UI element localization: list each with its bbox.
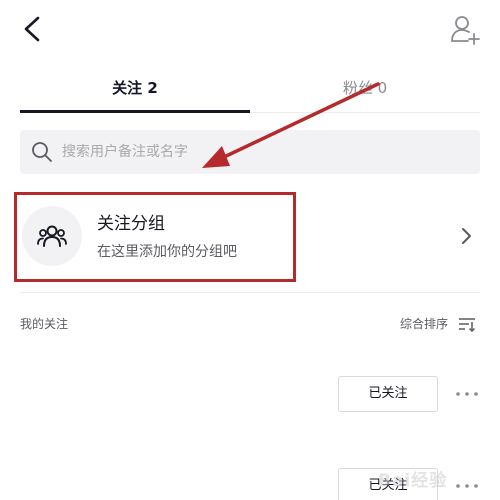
users-icon xyxy=(37,225,67,247)
more-icon[interactable] xyxy=(452,388,482,400)
section-divider xyxy=(20,292,480,293)
section-title: 我的关注 xyxy=(20,317,69,331)
group-avatar xyxy=(22,206,82,266)
sort-button[interactable]: 综合排序 xyxy=(390,313,482,335)
search-box[interactable] xyxy=(20,130,480,174)
add-user-icon[interactable] xyxy=(448,12,482,46)
following-button[interactable]: 已关注 xyxy=(338,376,438,412)
watermark-text: Bai经验 xyxy=(378,471,448,491)
tab-following[interactable]: 关注 2 xyxy=(20,76,250,100)
group-title: 关注分组 xyxy=(97,214,165,234)
sort-label: 综合排序 xyxy=(400,317,449,331)
chevron-right-icon xyxy=(462,228,471,244)
tab-followers[interactable]: 粉丝 0 xyxy=(250,76,480,100)
search-icon xyxy=(32,142,52,162)
back-icon[interactable] xyxy=(18,14,46,44)
search-input[interactable] xyxy=(62,130,462,174)
tab-active-indicator xyxy=(20,110,250,113)
watermark: Bai经验 xyxy=(378,462,490,492)
follow-group-row[interactable]: 关注分组 在这里添加你的分组吧 xyxy=(0,192,500,284)
group-subtitle: 在这里添加你的分组吧 xyxy=(97,244,237,260)
sort-icon xyxy=(459,318,476,332)
